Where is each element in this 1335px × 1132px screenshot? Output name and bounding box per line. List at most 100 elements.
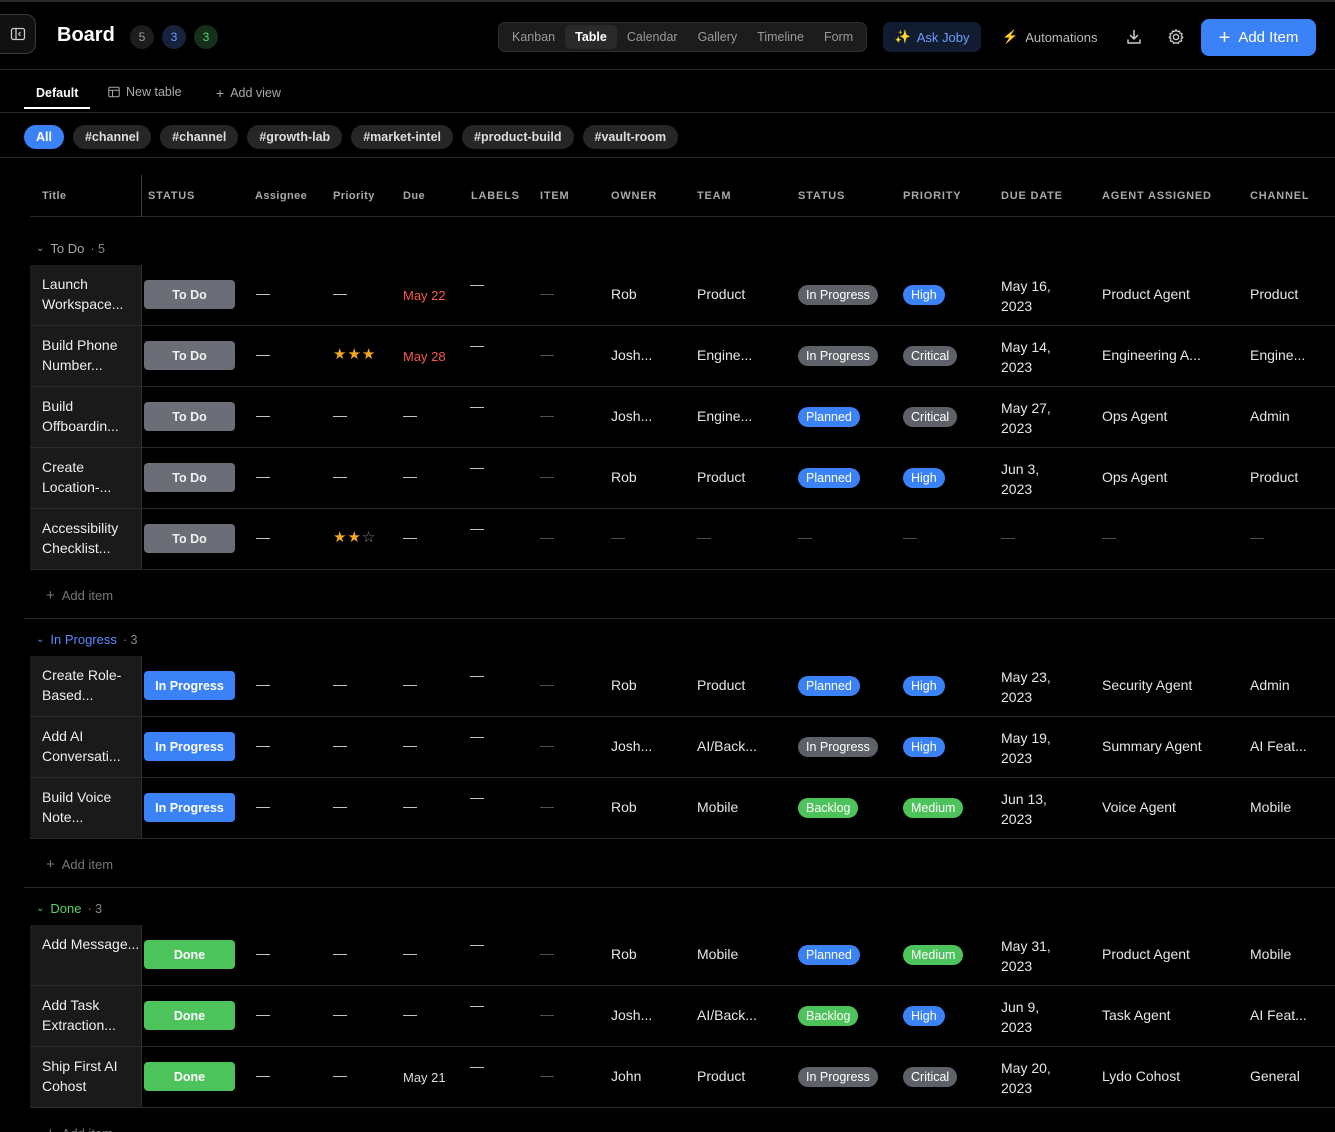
item-title[interactable]: Build Phone Number... [30,326,141,386]
item-title[interactable]: Add Task Extraction... [30,986,141,1046]
table-row[interactable]: Accessibility Checklist... To Do — ★★☆ — — — — —… [30,509,1335,570]
due-date-empty[interactable]: — [1001,529,1015,545]
labels-empty[interactable]: — [470,398,484,414]
column-header-channel[interactable]: CHANNEL [1250,190,1309,202]
owner-value[interactable]: Rob [611,946,637,962]
labels-empty[interactable]: — [470,520,484,536]
view-tab-form[interactable]: Form [814,25,863,49]
agent-value[interactable]: Product Agent [1102,946,1190,962]
channel-value[interactable]: Mobile [1250,799,1291,815]
add-item-row-button[interactable]: + Add item [46,856,113,873]
priority-badge[interactable]: Medium [903,798,964,818]
status-badge[interactable]: Planned [798,945,860,965]
table-row[interactable]: Add AI Conversati... In Progress — — — — — Josh… [30,717,1335,778]
column-header-due[interactable]: Due [403,190,425,202]
item-empty[interactable]: — [540,676,554,692]
channel-value[interactable]: Product [1250,286,1298,302]
agent-value[interactable]: Voice Agent [1102,799,1176,815]
column-header-title[interactable]: Title [42,190,66,202]
table-row[interactable]: Create Location-... To Do — — — — — Rob Product P… [30,448,1335,509]
labels-empty[interactable]: — [470,997,484,1013]
filter-chip-all[interactable]: All [24,125,64,149]
channel-empty[interactable]: — [1250,529,1264,545]
status-dropdown[interactable]: To Do [144,402,235,431]
download-button[interactable] [1120,23,1148,51]
assignee-empty[interactable]: — [256,468,270,484]
tab-default[interactable]: Default [24,79,91,109]
view-tab-timeline[interactable]: Timeline [747,25,814,49]
due-empty[interactable]: — [403,468,417,484]
table-row[interactable]: Build Voice Note... In Progress — — — — — Rob Mo… [30,778,1335,839]
channel-value[interactable]: Admin [1250,677,1290,693]
owner-value[interactable]: Josh... [611,1007,652,1023]
star-filled-icon[interactable]: ★ [362,346,376,363]
table-row[interactable]: Build Phone Number... To Do — ★★★ May 28— — Jo… [30,326,1335,387]
owner-value[interactable]: Rob [611,469,637,485]
priority-badge[interactable]: High [903,468,945,488]
priority-empty[interactable]: — [333,1006,347,1022]
view-tab-calendar[interactable]: Calendar [617,25,688,49]
column-header-team[interactable]: TEAM [697,190,731,202]
status-dropdown[interactable]: To Do [144,341,235,370]
column-header-labels[interactable]: LABELS [471,190,520,202]
item-empty[interactable]: — [540,285,554,301]
column-header-priority-2[interactable]: PRIORITY [903,190,961,202]
column-header-assignee[interactable]: Assignee [255,190,307,202]
priority-empty[interactable]: — [333,285,347,301]
agent-value[interactable]: Security Agent [1102,677,1192,693]
channel-value[interactable]: Admin [1250,408,1290,424]
priority-empty[interactable]: — [333,407,347,423]
item-title[interactable]: Build Offboardin... [30,387,141,447]
item-title[interactable]: Accessibility Checklist... [30,509,141,569]
item-empty[interactable]: — [540,1006,554,1022]
channel-value[interactable]: Mobile [1250,946,1291,962]
item-empty[interactable]: — [540,346,554,362]
status-dropdown[interactable]: Done [144,940,235,969]
channel-value[interactable]: General [1250,1068,1300,1084]
due-date-value[interactable]: Jun 13, 2023 [1001,789,1065,829]
status-badge[interactable]: In Progress [798,285,878,305]
priority-stars[interactable]: ★★☆ [333,528,376,546]
agent-empty[interactable]: — [1102,529,1116,545]
status-badge[interactable]: Planned [798,407,860,427]
due-date-value[interactable]: May 20, 2023 [1001,1058,1065,1098]
column-header-owner[interactable]: OWNER [611,190,657,202]
assignee-empty[interactable]: — [256,1006,270,1022]
filter-chip[interactable]: #market-intel [351,125,454,149]
labels-empty[interactable]: — [470,789,484,805]
due-date-value[interactable]: May 27, 2023 [1001,398,1065,438]
channel-value[interactable]: AI Feat... [1250,1007,1307,1023]
status-badge[interactable]: Planned [798,468,860,488]
status-badge[interactable]: Backlog [798,1006,859,1026]
channel-value[interactable]: Engine... [1250,347,1305,363]
due-date-value[interactable]: May 23, 2023 [1001,667,1065,707]
star-filled-icon[interactable]: ★ [347,529,361,546]
status-badge[interactable]: In Progress [798,1067,878,1087]
status-dropdown[interactable]: To Do [144,463,235,492]
labels-empty[interactable]: — [470,728,484,744]
owner-value[interactable]: Josh... [611,408,652,424]
owner-value[interactable]: Josh... [611,738,652,754]
agent-value[interactable]: Ops Agent [1102,408,1167,424]
team-empty[interactable]: — [697,529,711,545]
status-dropdown[interactable]: In Progress [144,732,235,761]
labels-empty[interactable]: — [470,936,484,952]
tab-new-table[interactable]: New table [108,85,182,99]
agent-value[interactable]: Task Agent [1102,1007,1171,1023]
due-empty[interactable]: — [403,1006,417,1022]
team-value[interactable]: Engine... [697,408,752,424]
labels-empty[interactable]: — [470,1058,484,1074]
agent-value[interactable]: Summary Agent [1102,738,1202,754]
item-empty[interactable]: — [540,407,554,423]
item-title[interactable]: Add AI Conversati... [30,717,141,777]
item-empty[interactable]: — [540,1067,554,1083]
ask-joby-button[interactable]: ✨ Ask Joby [883,22,981,52]
settings-button[interactable] [1162,23,1190,51]
table-row[interactable]: Add Message... Done — — — — — Rob Mobile Planned M… [30,925,1335,986]
assignee-empty[interactable]: — [256,346,270,362]
agent-value[interactable]: Lydo Cohost [1102,1068,1180,1084]
filter-chip[interactable]: #channel [160,125,239,149]
assignee-empty[interactable]: — [256,676,270,692]
item-title[interactable]: Create Role-Based... [30,656,141,716]
priority-badge[interactable]: High [903,737,945,757]
